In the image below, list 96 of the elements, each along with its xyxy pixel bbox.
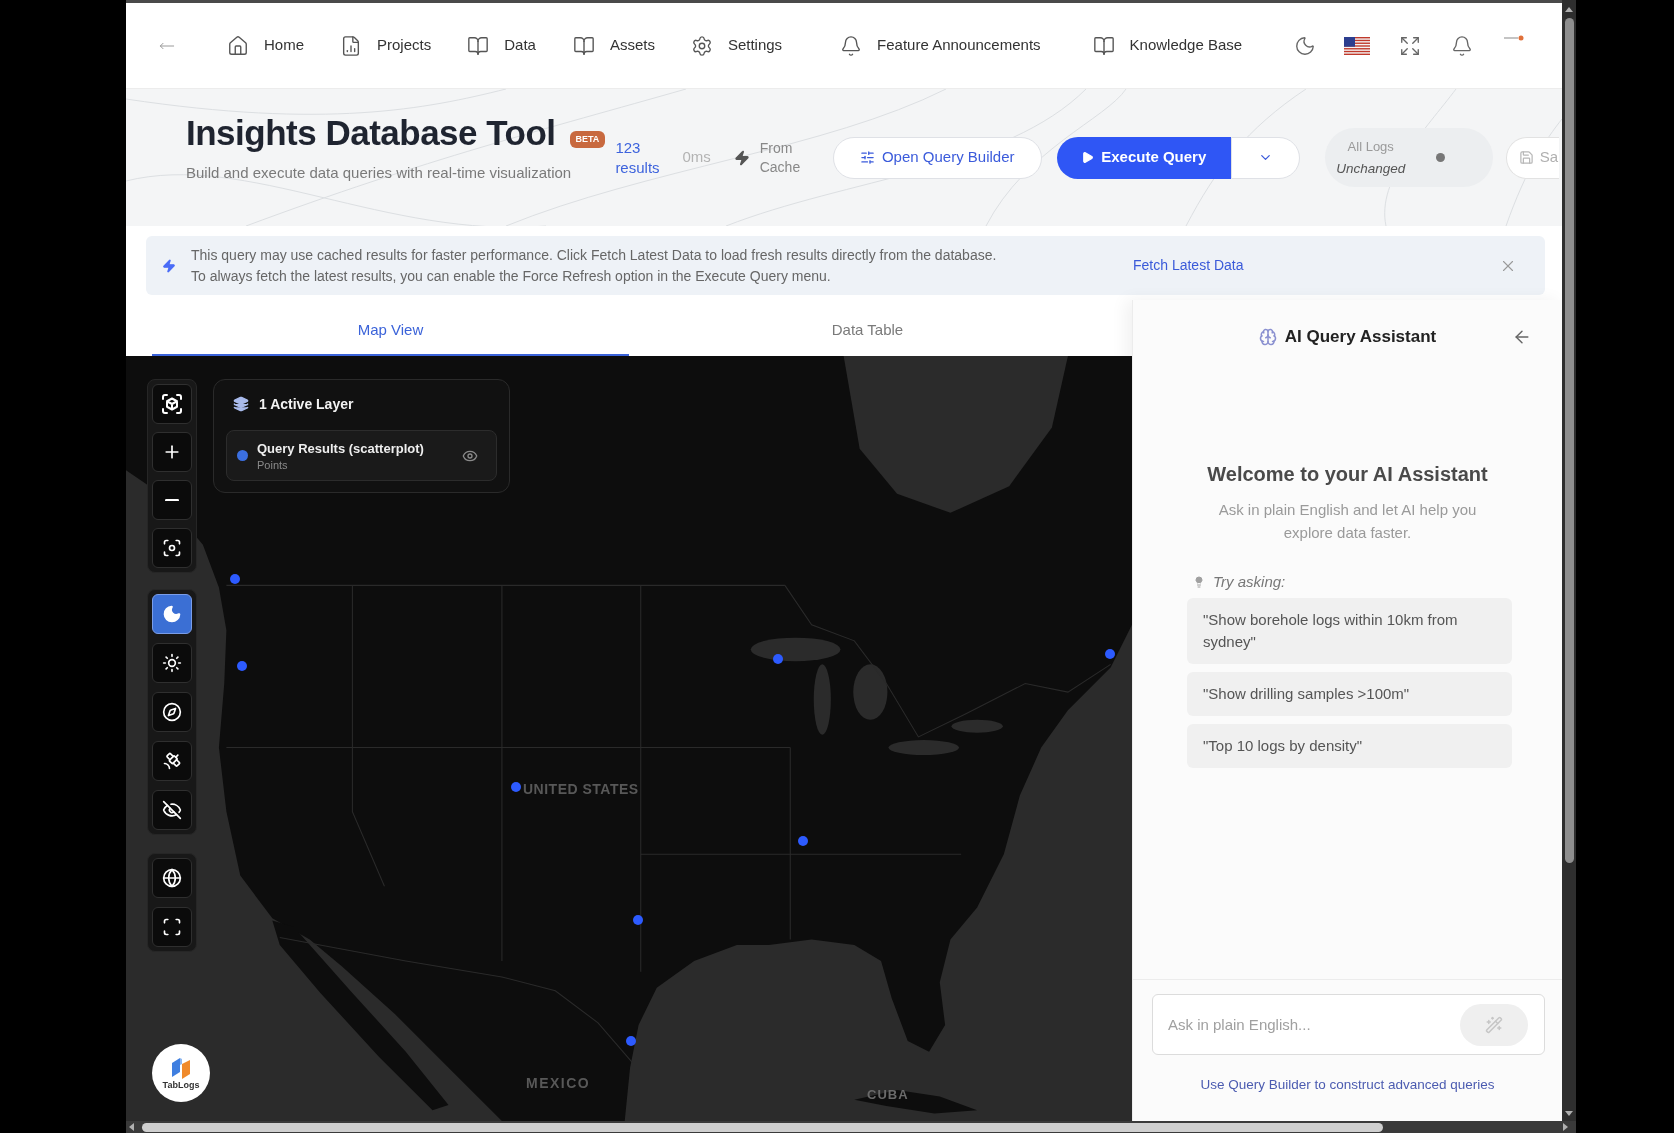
focus-icon [162,538,182,558]
try-asking-label: Try asking: [1213,572,1286,592]
layers-icon [233,396,249,412]
layer-geometry-label: Points [257,458,289,472]
execute-query-button[interactable]: Execute Query [1056,136,1231,179]
query-duration: 0ms [682,147,711,168]
sun-icon [162,653,182,673]
scrollbar-thumb[interactable] [142,1122,1383,1132]
map-point-icon[interactable] [1105,649,1115,659]
scroll-down-icon[interactable] [1565,1111,1573,1116]
fetch-latest-link[interactable]: Fetch Latest Data [1133,255,1244,276]
view-tab[interactable]: Data Table [629,310,1106,356]
save-icon [1518,150,1534,165]
page-title: Insights Database Tool [186,112,556,153]
nav-link[interactable]: Assets [572,34,655,57]
logo-mark-icon [169,1056,193,1080]
fullscreen-button[interactable] [152,907,192,947]
home-icon [227,34,249,57]
us-flag-icon[interactable] [1344,36,1370,55]
lightning-icon [162,258,176,273]
eye-off-icon [162,800,182,820]
magic-wand-icon [1485,1015,1503,1034]
brain-icon [1258,328,1277,346]
play-icon [1081,151,1095,164]
map-point-icon[interactable] [773,654,783,664]
notice-text: This query may use cached results for faster performance. Click Fetch Latest Data to load fresh results directly from the database. [191,245,998,265]
book-icon [467,34,490,57]
welcome-text: Ask in plain English and let AI help you explore data faster. [1217,500,1478,543]
layer-name: Query Results (scatterplot) [257,439,424,457]
chat-input-box[interactable]: Ask in plain English... [1152,994,1545,1055]
nav-link[interactable]: Projects [340,34,432,57]
scroll-up-icon[interactable] [1565,7,1573,12]
moon-icon [162,604,182,624]
sliders-icon [859,150,875,165]
map-point-icon[interactable] [237,661,247,671]
map-place-label: MEXICO [526,1074,591,1093]
suggestion-chip[interactable]: "Top 10 logs by density" [1187,724,1512,768]
layer-item[interactable]: Query Results (scatterplot) Points [226,430,497,481]
map-place-label: CUBA [867,1086,909,1104]
globe-button[interactable] [152,858,192,898]
logo-text: TabLogs [162,1080,200,1090]
map-point-icon[interactable] [626,1036,636,1046]
nav-link[interactable]: Knowledge Base [1092,34,1243,57]
gear-icon [690,34,713,57]
bell-icon[interactable] [1451,34,1473,57]
small-logo-icon[interactable] [1504,34,1524,41]
cache-source-label: From Cache [759,138,802,177]
map-point-icon[interactable] [633,915,643,925]
lightning-icon [733,148,750,167]
vertical-scrollbar[interactable] [1562,0,1576,1121]
nav-link[interactable]: Feature Announcements [840,34,1041,57]
log-filter-label: All Logs [1347,138,1394,155]
moon-icon[interactable] [1294,34,1316,57]
compass-icon [162,702,182,722]
bell-icon [840,34,863,57]
suggestion-chip[interactable]: "Show borehole logs within 10km from sydney" [1187,598,1512,664]
welcome-heading: Welcome to your AI Assistant [1207,462,1488,486]
map-point-icon[interactable] [511,782,521,792]
log-filter-pill[interactable]: All Logs Unchanged [1324,128,1493,187]
recenter-button[interactable] [152,528,192,568]
page-subtitle: Build and execute data queries with real-time visualization [186,162,573,183]
hide-layer-button[interactable] [152,790,192,830]
lightbulb-icon [1193,575,1205,589]
layers-panel-title: 1 Active Layer [259,394,354,414]
cube-frame-icon [162,394,182,414]
scrollbar-thumb[interactable] [1564,18,1574,863]
nav-link[interactable]: Settings [690,34,783,57]
results-count: 123 results [615,137,661,178]
map-style-button[interactable] [152,692,192,732]
scroll-right-icon[interactable] [1563,1123,1568,1131]
zoom-in-button[interactable] [152,432,192,472]
fullscreen-icon[interactable] [1399,34,1421,57]
notice-text: To always fetch the latest results, you can enable the Force Refresh option in the Execute Query menu. [191,266,832,286]
log-status-text: Unchanged [1336,160,1406,177]
horizontal-scrollbar[interactable] [126,1121,1576,1133]
chat-input-field[interactable]: Ask in plain English... [1168,1004,1460,1045]
map-style-button[interactable] [152,643,192,683]
scroll-left-icon[interactable] [129,1123,134,1131]
globe-icon [162,868,182,888]
nav-link[interactable]: Data [467,34,536,57]
assistant-title: AI Query Assistant [1284,326,1437,349]
map-place-label: UNITED STATES [523,780,639,799]
open-query-builder-button[interactable]: Open Query Builder [832,136,1042,179]
file-chart-icon [340,34,362,57]
satellite-icon [162,751,182,771]
map-point-icon[interactable] [230,574,240,584]
suggestion-chip[interactable]: "Show drilling samples >100m" [1187,672,1512,716]
book-icon [1092,34,1115,57]
map-style-button[interactable] [152,741,192,781]
fullscreen-icon [162,917,182,937]
minus-icon [165,498,179,502]
book-icon [572,34,595,57]
nav-link[interactable]: Home [227,34,304,57]
view-3d-button[interactable] [152,384,192,424]
map-point-icon[interactable] [798,836,808,846]
query-builder-link[interactable]: Use Query Builder to construct advanced queries [1200,1077,1495,1093]
